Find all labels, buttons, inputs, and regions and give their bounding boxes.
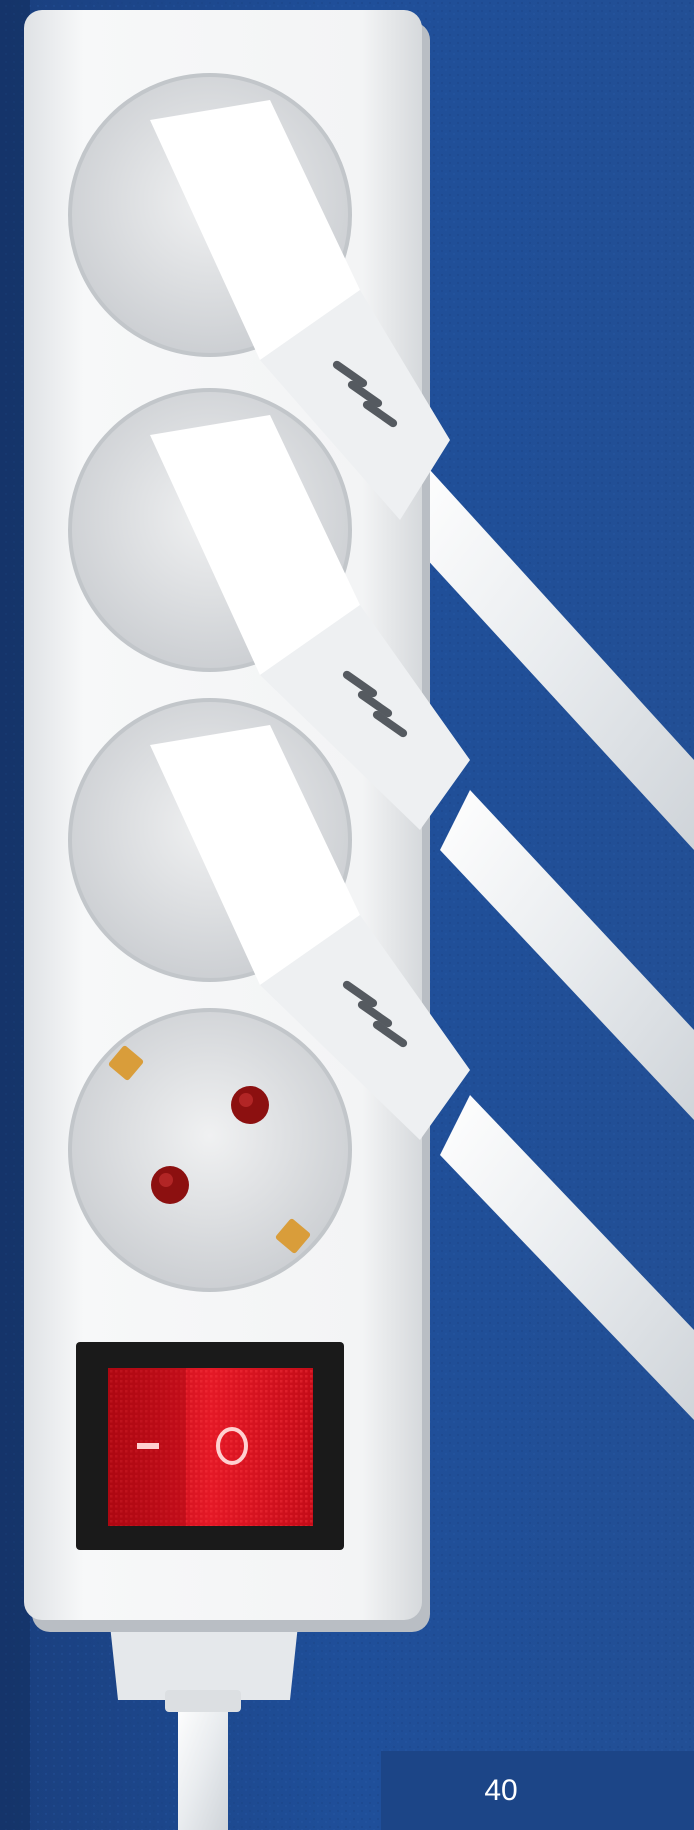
page-number: 40 <box>484 1773 518 1807</box>
switch-on-mark <box>137 1443 159 1449</box>
page-number-box: 40 <box>381 1751 694 1830</box>
socket-4-empty <box>68 1008 352 1292</box>
power-strip-illustration <box>0 0 694 1830</box>
power-switch <box>76 1342 344 1550</box>
